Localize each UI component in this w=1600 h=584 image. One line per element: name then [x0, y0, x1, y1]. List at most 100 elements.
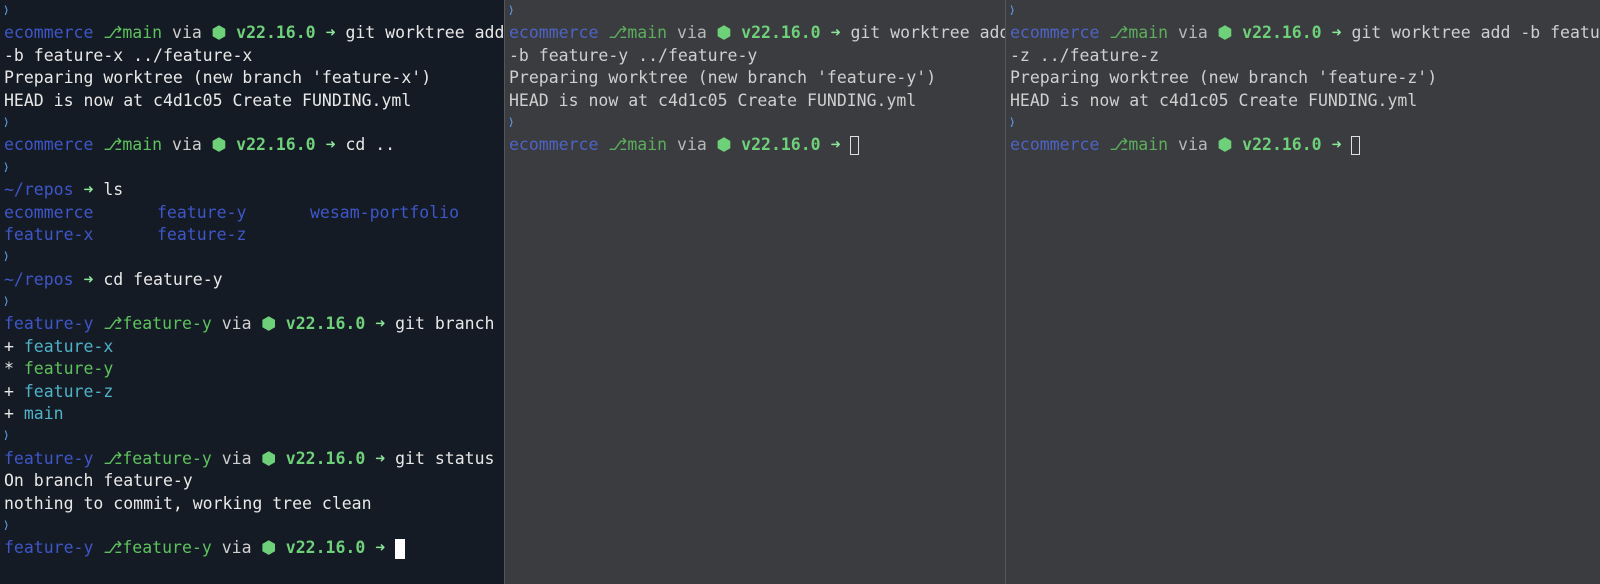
- git-branch-icon: ⎇: [1109, 23, 1129, 43]
- output-line: On branch feature-y: [4, 471, 193, 491]
- prompt-dir: ecommerce: [1010, 23, 1100, 43]
- prompt-arrow: ➜: [375, 448, 386, 468]
- node-icon: ⬢: [261, 448, 276, 468]
- command-text: git worktree add: [345, 23, 504, 43]
- output-line: Preparing worktree (new branch 'feature-…: [4, 68, 432, 88]
- git-branch-icon: ⎇: [103, 135, 123, 155]
- node-icon: ⬢: [716, 23, 732, 43]
- prompt-chevron: ❯: [4, 114, 9, 130]
- branch-list-item: + main: [4, 404, 64, 424]
- prompt-dir: feature-y: [4, 448, 94, 468]
- terminal-pane-middle[interactable]: ❯ ecommerce ⎇main via ⬢ v22.16.0 ➜ git w…: [504, 0, 1005, 584]
- git-branch-icon: ⎇: [103, 538, 123, 558]
- ls-entry: feature-z: [157, 224, 247, 244]
- prompt-branch: feature-y: [122, 538, 212, 558]
- output-line: HEAD is now at c4d1c05 Create FUNDING.ym…: [509, 90, 917, 110]
- prompt-branch: main: [1128, 23, 1169, 43]
- node-version: v22.16.0: [1242, 23, 1322, 43]
- git-branch-icon: ⎇: [103, 23, 123, 43]
- git-branch-icon: ⎇: [1109, 135, 1129, 155]
- node-version: v22.16.0: [285, 448, 366, 468]
- prompt-chevron: ❯: [509, 3, 514, 18]
- output-line: HEAD is now at c4d1c05 Create FUNDING.ym…: [4, 90, 412, 110]
- command-text: git branch: [395, 314, 495, 334]
- git-branch-icon: ⎇: [608, 23, 628, 43]
- prompt-dir: ecommerce: [509, 23, 599, 43]
- output-line: HEAD is now at c4d1c05 Create FUNDING.ym…: [1010, 90, 1418, 110]
- output-line: nothing to commit, working tree clean: [4, 493, 372, 513]
- prompt-chevron: ❯: [4, 159, 9, 175]
- branch-list-item: + feature-x: [4, 336, 114, 356]
- prompt-dir: ~/repos: [4, 269, 74, 289]
- command-text: cd ..: [345, 135, 396, 155]
- prompt-branch: main: [122, 135, 163, 155]
- prompt-line-active[interactable]: ecommerce ⎇main via ⬢ v22.16.0 ➜: [509, 134, 1005, 156]
- prompt-branch: main: [1128, 135, 1169, 155]
- node-version: v22.16.0: [236, 23, 316, 43]
- prompt-line: ecommerce ⎇main via ⬢ v22.16.0 ➜ git wor…: [1010, 22, 1600, 44]
- prompt-line: ~/repos ➜ ls: [4, 179, 504, 201]
- prompt-arrow: ➜: [830, 23, 841, 43]
- prompt-line-active[interactable]: feature-y ⎇feature-y via ⬢ v22.16.0 ➜: [4, 537, 504, 559]
- prompt-chevron: ❯: [4, 294, 9, 310]
- output-line: Preparing worktree (new branch 'feature-…: [509, 68, 937, 88]
- prompt-branch: main: [627, 135, 668, 155]
- prompt-line-active[interactable]: ecommerce ⎇main via ⬢ v22.16.0 ➜: [1010, 134, 1600, 156]
- terminal-pane-right[interactable]: ❯ ecommerce ⎇main via ⬢ v22.16.0 ➜ git w…: [1005, 0, 1600, 584]
- prompt-chevron: ❯: [1010, 114, 1015, 130]
- prompt-chevron: ❯: [4, 517, 9, 533]
- prompt-dir: feature-y: [4, 538, 94, 558]
- node-icon: ⬢: [211, 23, 227, 43]
- prompt-arrow: ➜: [375, 538, 386, 558]
- branch-list-item: * feature-y: [4, 359, 114, 379]
- node-icon: ⬢: [261, 538, 276, 558]
- prompt-line: ecommerce ⎇main via ⬢ v22.16.0 ➜ cd ..: [4, 135, 396, 155]
- ls-row: feature-x feature-z: [4, 224, 504, 246]
- text-cursor[interactable]: [850, 136, 860, 156]
- prompt-chevron: ❯: [1010, 3, 1015, 18]
- node-version: v22.16.0: [1242, 135, 1322, 155]
- prompt-dir: ecommerce: [509, 135, 599, 155]
- git-branch-icon: ⎇: [103, 314, 123, 334]
- prompt-line: feature-y ⎇feature-y via ⬢ v22.16.0 ➜ gi…: [4, 314, 495, 334]
- prompt-branch: feature-y: [122, 314, 212, 334]
- prompt-arrow: ➜: [83, 269, 94, 289]
- prompt-chevron: ❯: [4, 3, 9, 18]
- prompt-arrow: ➜: [325, 23, 336, 43]
- command-text: ls: [103, 180, 124, 200]
- node-version: v22.16.0: [285, 314, 366, 334]
- ls-entry: wesam-portfolio: [310, 202, 460, 222]
- prompt-chevron: ❯: [509, 114, 514, 130]
- prompt-dir: ecommerce: [4, 23, 94, 43]
- prompt-arrow: ➜: [1331, 23, 1342, 43]
- prompt-arrow: ➜: [83, 180, 94, 200]
- ls-entry: feature-y: [157, 202, 247, 222]
- prompt-branch: main: [627, 23, 668, 43]
- prompt-branch: main: [122, 23, 163, 43]
- prompt-line: feature-y ⎇feature-y via ⬢ v22.16.0 ➜ gi…: [4, 448, 495, 468]
- prompt-arrow: ➜: [830, 135, 841, 155]
- node-version: v22.16.0: [741, 23, 821, 43]
- text-cursor[interactable]: [1351, 136, 1361, 156]
- prompt-line: ~/repos ➜ cd feature-y: [4, 269, 504, 291]
- node-version: v22.16.0: [285, 538, 366, 558]
- command-text: git worktree add -b feature: [1351, 23, 1600, 43]
- prompt-dir: feature-y: [4, 314, 94, 334]
- node-icon: ⬢: [716, 135, 732, 155]
- prompt-dir: ecommerce: [1010, 135, 1100, 155]
- prompt-dir: ecommerce: [4, 135, 94, 155]
- text-cursor[interactable]: [395, 538, 406, 559]
- command-text-wrap: -z ../feature-z: [1010, 45, 1160, 65]
- command-text: git worktree add: [850, 23, 1005, 43]
- command-text: git status: [395, 448, 495, 468]
- prompt-arrow: ➜: [1331, 135, 1342, 155]
- prompt-chevron: ❯: [4, 249, 9, 265]
- node-icon: ⬢: [1217, 135, 1233, 155]
- output-line: Preparing worktree (new branch 'feature-…: [1010, 68, 1438, 88]
- git-branch-icon: ⎇: [103, 448, 123, 468]
- prompt-arrow: ➜: [325, 135, 336, 155]
- node-version: v22.16.0: [741, 135, 821, 155]
- terminal-pane-left[interactable]: ❯ ecommerce ⎇main via ⬢ v22.16.0 ➜ git w…: [0, 0, 504, 584]
- prompt-arrow: ➜: [375, 314, 386, 334]
- prompt-dir: ~/repos: [4, 180, 74, 200]
